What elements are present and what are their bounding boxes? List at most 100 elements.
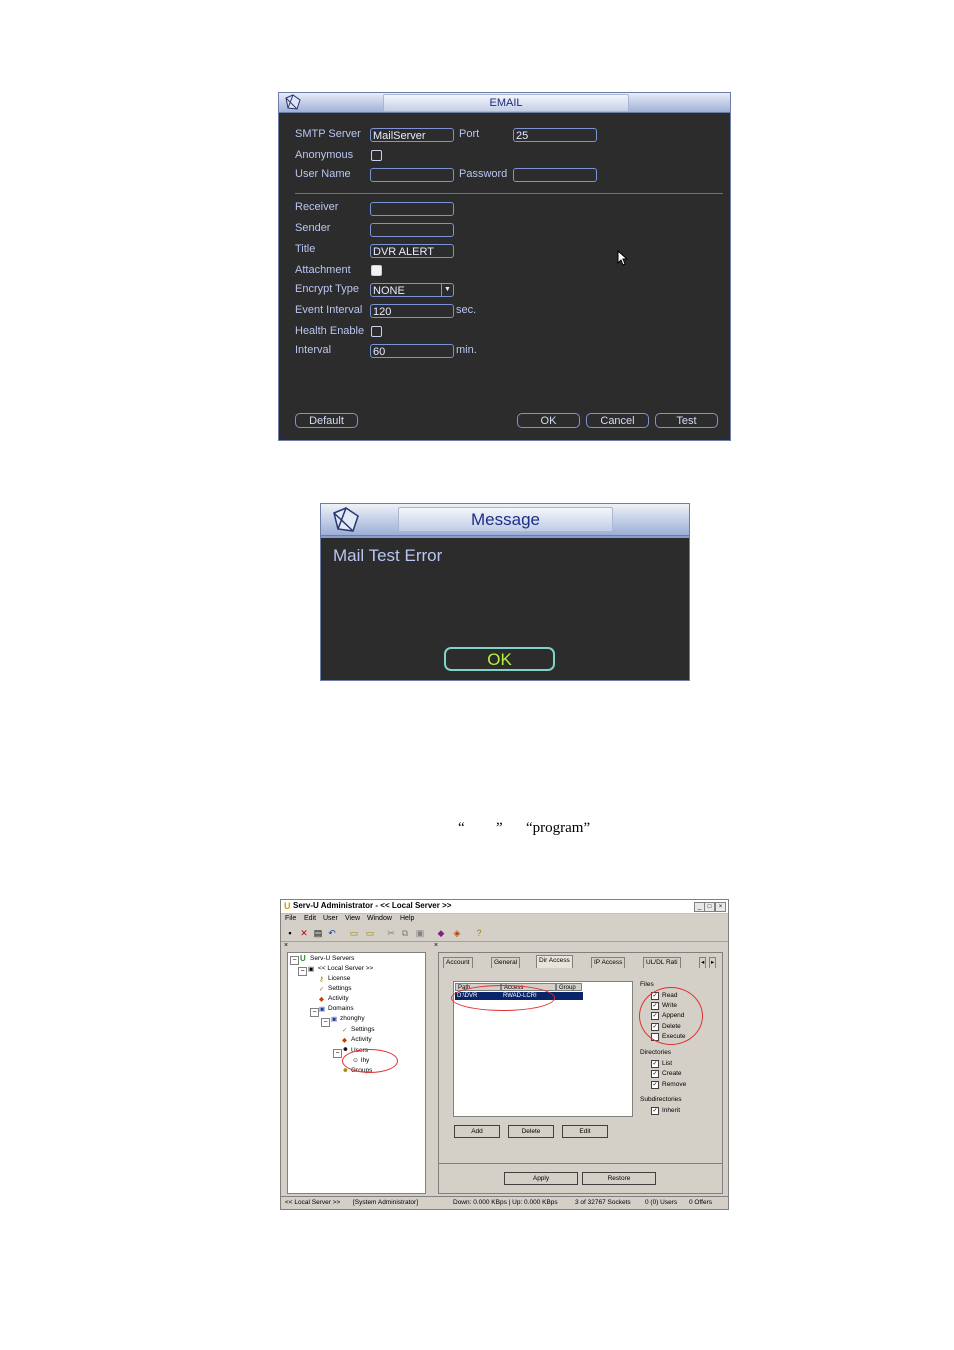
encrypt-type-value: NONE: [373, 285, 405, 297]
tab-general[interactable]: General: [491, 957, 521, 968]
inherit-label: Inherit: [662, 1107, 681, 1114]
tree-domain-activity[interactable]: Activity: [351, 1036, 372, 1043]
servu-logo-icon: U: [300, 954, 306, 963]
collapse-icon[interactable]: −: [290, 956, 299, 965]
list-checkbox[interactable]: ✓: [651, 1060, 659, 1068]
encrypt-type-label: Encrypt Type: [295, 283, 359, 295]
tree-domain-settings[interactable]: Settings: [351, 1026, 375, 1033]
receiver-input[interactable]: [370, 202, 454, 216]
settings-icon: ✓: [342, 1027, 348, 1034]
domain-icon: ▣: [331, 1016, 338, 1023]
delete-icon[interactable]: ✕: [299, 928, 309, 938]
port-input[interactable]: 25: [513, 128, 597, 142]
close-pane-icon[interactable]: ×: [284, 942, 288, 949]
chevron-right-icon[interactable]: ▸: [709, 957, 717, 968]
status-speed: Down: 0.000 KBps | Up: 0.000 KBps: [453, 1199, 558, 1206]
open-folder-icon[interactable]: ▭: [365, 928, 375, 938]
properties-icon[interactable]: ▤: [313, 928, 323, 938]
dir-access-list[interactable]: Path Access Group D:\DVR RWAD-LCRI: [451, 981, 633, 1117]
password-input[interactable]: [513, 168, 597, 182]
menu-user[interactable]: User: [323, 915, 338, 922]
status-sockets: 3 of 32767 Sockets: [575, 1199, 631, 1206]
menu-file[interactable]: File: [285, 915, 296, 922]
divider: [295, 193, 723, 194]
password-label: Password: [459, 168, 508, 180]
tree-settings[interactable]: Settings: [328, 985, 352, 992]
chevron-left-icon[interactable]: ◂: [699, 957, 707, 968]
disconnect-icon[interactable]: ◈: [452, 928, 462, 938]
status-server: << Local Server >>: [285, 1199, 341, 1206]
remove-label: Remove: [662, 1081, 687, 1088]
anonymous-checkbox[interactable]: [371, 150, 382, 161]
encrypt-type-select[interactable]: NONE ▼: [370, 283, 454, 297]
menu-window[interactable]: Window: [367, 915, 392, 922]
tab-ul-dl-ratio[interactable]: UL/DL Rati: [643, 957, 681, 968]
tree-domain[interactable]: zhonghy: [340, 1015, 365, 1022]
tab-ip-access[interactable]: IP Access: [591, 957, 626, 968]
test-button[interactable]: Test: [655, 413, 718, 428]
tree-domains[interactable]: Domains: [328, 1005, 354, 1012]
cut-icon[interactable]: ✂: [386, 928, 396, 938]
collapse-icon[interactable]: −: [321, 1018, 330, 1027]
close-icon[interactable]: ×: [715, 902, 726, 912]
edit-button[interactable]: Edit: [562, 1125, 608, 1138]
health-enable-checkbox[interactable]: [371, 326, 382, 337]
add-button[interactable]: Add: [454, 1125, 500, 1138]
delete-button[interactable]: Delete: [508, 1125, 554, 1138]
annotation-ring: [451, 985, 555, 1011]
message-ok-button[interactable]: OK: [444, 647, 555, 671]
create-checkbox[interactable]: ✓: [651, 1070, 659, 1078]
menu-help[interactable]: Help: [400, 915, 414, 922]
menu-view[interactable]: View: [345, 915, 360, 922]
apply-button[interactable]: Apply: [504, 1172, 578, 1185]
default-button[interactable]: Default: [295, 413, 358, 428]
help-icon[interactable]: ?: [474, 928, 484, 938]
cancel-button[interactable]: Cancel: [586, 413, 649, 428]
collapse-icon[interactable]: −: [298, 967, 307, 976]
email-title-bar: EMAIL: [279, 93, 730, 113]
event-interval-input[interactable]: 120: [370, 304, 454, 318]
activity-icon: ◆: [342, 1037, 347, 1044]
key-icon: ⚷: [319, 976, 324, 983]
menu-bar: File Edit User View Window Help: [281, 914, 728, 924]
title-input[interactable]: DVR ALERT: [370, 244, 454, 258]
attachment-checkbox[interactable]: [371, 265, 382, 276]
user-name-input[interactable]: [370, 168, 454, 182]
status-users: 0 (0) Users: [645, 1199, 678, 1206]
maximize-icon[interactable]: □: [704, 902, 715, 912]
tree-local-server[interactable]: << Local Server >>: [318, 965, 373, 972]
column-group[interactable]: Group: [556, 983, 582, 991]
caption-open-quote: “: [458, 820, 465, 836]
chevron-down-icon[interactable]: ▼: [441, 284, 453, 296]
save-icon[interactable]: ▪: [285, 928, 295, 938]
remove-checkbox[interactable]: ✓: [651, 1081, 659, 1089]
interval-input[interactable]: 60: [370, 344, 454, 358]
undo-icon[interactable]: ↶: [327, 928, 337, 938]
message-title-bar: Message: [321, 504, 689, 536]
new-folder-icon[interactable]: ▭: [349, 928, 359, 938]
tree-license[interactable]: License: [328, 975, 350, 982]
smtp-server-input[interactable]: MailServer: [370, 128, 454, 142]
servu-window: U Serv-U Administrator - << Local Server…: [280, 899, 729, 1210]
menu-edit[interactable]: Edit: [304, 915, 316, 922]
copy-icon[interactable]: ⧉: [400, 928, 410, 938]
paste-icon[interactable]: ▣: [415, 928, 425, 938]
tab-dir-access[interactable]: Dir Access: [536, 955, 573, 968]
receiver-label: Receiver: [295, 201, 339, 213]
close-pane-icon[interactable]: ×: [434, 942, 438, 949]
tree-activity[interactable]: Activity: [328, 995, 349, 1002]
sender-input[interactable]: [370, 223, 454, 237]
restore-button[interactable]: Restore: [582, 1172, 656, 1185]
collapse-icon[interactable]: −: [310, 1008, 319, 1017]
connect-icon[interactable]: ◆: [436, 928, 446, 938]
collapse-icon[interactable]: −: [333, 1049, 342, 1058]
inherit-checkbox[interactable]: ✓: [651, 1107, 659, 1115]
message-title: Message: [398, 507, 613, 532]
message-dialog: Message Mail Test Error OK: [320, 503, 690, 681]
status-bar: << Local Server >> [System Administrator…: [281, 1196, 728, 1210]
ok-button[interactable]: OK: [517, 413, 580, 428]
tab-account[interactable]: Account: [443, 957, 473, 968]
attachment-label: Attachment: [295, 264, 351, 276]
mouse-cursor-icon: [617, 250, 628, 266]
tree-servers[interactable]: Serv-U Servers: [310, 955, 354, 962]
